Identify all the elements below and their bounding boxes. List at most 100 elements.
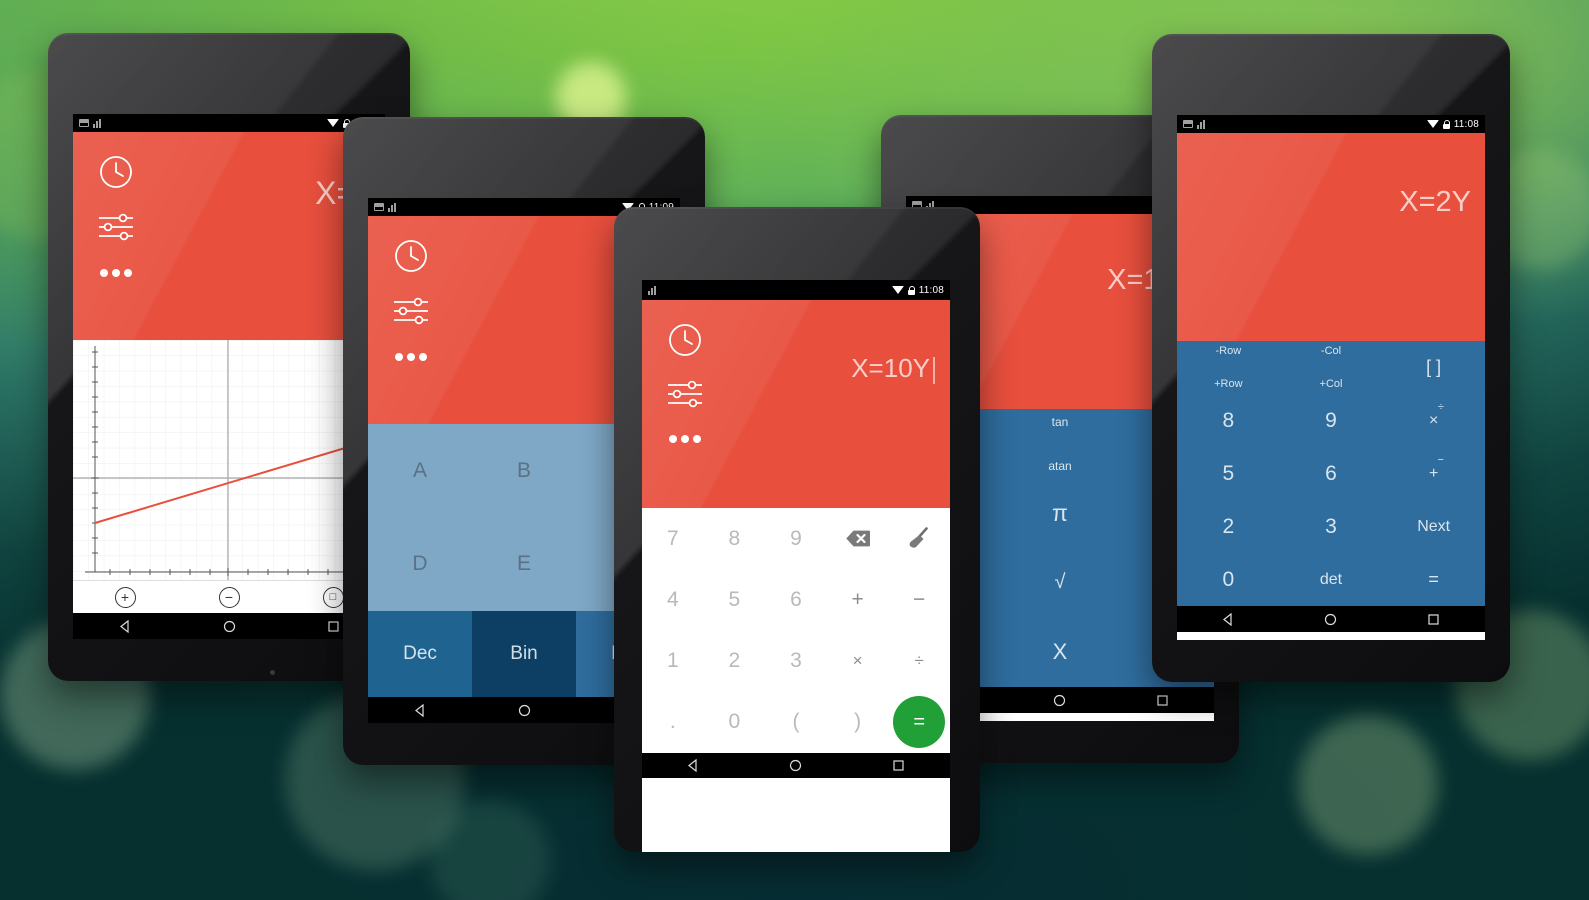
key-4[interactable]: 4 <box>642 569 704 630</box>
bokeh-light <box>1298 715 1438 855</box>
back-triangle-icon[interactable] <box>119 619 132 633</box>
key-0[interactable]: 0 <box>1177 553 1280 606</box>
key-sqrt[interactable]: √ <box>1009 548 1112 618</box>
key-minus[interactable]: − <box>888 569 950 630</box>
graph-controls[interactable]: + − □ <box>73 580 385 613</box>
display-icon-rail <box>642 300 704 444</box>
clear-all-broom-icon[interactable] <box>888 508 950 569</box>
graph-canvas[interactable]: + − □ <box>73 340 385 613</box>
clock-icon[interactable] <box>392 238 430 274</box>
key-1[interactable]: 1 <box>642 631 704 692</box>
key-next[interactable]: Next <box>1382 500 1485 553</box>
expression-display[interactable]: X=10Y <box>642 300 950 508</box>
key-2[interactable]: 2 <box>1177 500 1280 553</box>
key-E[interactable]: E <box>472 518 576 612</box>
key-8[interactable]: 8 <box>704 508 766 569</box>
key-decimal[interactable]: . <box>642 692 704 753</box>
home-circle-icon[interactable] <box>1324 613 1337 626</box>
key-B[interactable]: B <box>472 424 576 518</box>
matrix-keypad-tablet[interactable]: 11:08 X=2Y -Row +Row -Col +Col [ ] 8 9 ×… <box>1152 34 1510 682</box>
sliders-icon[interactable] <box>392 296 430 326</box>
status-left-icons <box>648 285 658 295</box>
zoom-in-button[interactable]: + <box>114 586 136 608</box>
status-bar: 11:08 <box>1177 115 1485 133</box>
clock-icon[interactable] <box>666 322 704 358</box>
expression-display[interactable]: X=2Y <box>1177 133 1485 341</box>
overflow-menu-icon[interactable] <box>666 434 704 444</box>
key-3[interactable]: 3 <box>1280 500 1383 553</box>
key-col-adjust[interactable]: -Col +Col <box>1280 341 1383 394</box>
key-2[interactable]: 2 <box>704 631 766 692</box>
wifi-icon <box>1426 120 1439 128</box>
recents-square-icon[interactable] <box>892 759 905 772</box>
key-paren-open[interactable]: ( <box>765 692 827 753</box>
overflow-menu-icon[interactable] <box>392 352 430 362</box>
key-label-bottom: +Col <box>1319 377 1343 390</box>
recents-square-icon[interactable] <box>1427 613 1440 626</box>
main-keypad-tablet[interactable]: 11:08 X=10Y 7 8 9 4 5 6 + − 1 2 3 × ÷ . … <box>614 207 980 852</box>
back-triangle-icon[interactable] <box>1222 612 1235 626</box>
sliders-icon[interactable] <box>97 212 135 242</box>
key-8[interactable]: 8 <box>1177 394 1280 447</box>
wifi-icon <box>891 286 904 294</box>
key-3[interactable]: 3 <box>765 631 827 692</box>
tablet-screen: 11:08 <box>642 280 950 852</box>
matrix-keypad[interactable]: -Row +Row -Col +Col [ ] 8 9 × ÷ 5 6 + − … <box>1177 341 1485 606</box>
home-circle-icon[interactable] <box>518 704 531 717</box>
key-variable-x[interactable]: X <box>1009 618 1112 688</box>
home-circle-icon[interactable] <box>1053 694 1066 707</box>
key-D[interactable]: D <box>368 518 472 612</box>
android-navigation-bar[interactable] <box>1177 606 1485 632</box>
home-circle-icon[interactable] <box>789 759 802 772</box>
back-triangle-icon[interactable] <box>687 759 700 772</box>
android-navigation-bar[interactable] <box>642 753 950 778</box>
equals-button-cell[interactable]: = <box>888 692 950 753</box>
key-equals[interactable]: = <box>1382 553 1485 606</box>
key-plus-minus[interactable]: + − <box>1382 447 1485 500</box>
numeric-keypad[interactable]: 7 8 9 4 5 6 + − 1 2 3 × ÷ . 0 () = <box>642 508 950 753</box>
key-plus[interactable]: + <box>827 569 889 630</box>
key-9[interactable]: 9 <box>765 508 827 569</box>
key-A[interactable]: A <box>368 424 472 518</box>
key-tan-atan[interactable]: tan atan <box>1009 409 1112 479</box>
key-paren-close[interactable]: ) <box>827 692 889 753</box>
key-5[interactable]: 5 <box>704 569 766 630</box>
recents-square-icon[interactable] <box>327 620 340 633</box>
key-divide[interactable]: ÷ <box>888 631 950 692</box>
recents-square-icon[interactable] <box>1156 694 1169 707</box>
sliders-icon[interactable] <box>666 379 704 409</box>
key-brackets[interactable]: [ ] <box>1382 341 1485 394</box>
key-multiply-divide[interactable]: × ÷ <box>1382 394 1485 447</box>
expression-display[interactable]: X=1 <box>73 132 385 340</box>
key-0[interactable]: 0 <box>704 692 766 753</box>
home-circle-icon[interactable] <box>223 620 236 633</box>
key-determinant[interactable]: det <box>1280 553 1383 606</box>
key-label-bottom: atan <box>1048 458 1072 473</box>
key-9[interactable]: 9 <box>1280 394 1383 447</box>
key-label-top: tan <box>1051 414 1069 429</box>
zoom-out-button[interactable]: − <box>218 586 240 608</box>
clock-icon[interactable] <box>97 154 135 190</box>
backspace-icon[interactable] <box>827 508 889 569</box>
key-combined-label: + − <box>1428 454 1444 483</box>
key-7[interactable]: 7 <box>642 508 704 569</box>
key-row-adjust[interactable]: -Row +Row <box>1177 341 1280 394</box>
key-label-main: + <box>1428 464 1439 482</box>
key-5[interactable]: 5 <box>1177 447 1280 500</box>
equals-button[interactable]: = <box>893 696 946 749</box>
overflow-menu-icon[interactable] <box>97 268 135 278</box>
fit-screen-button[interactable]: □ <box>322 586 344 608</box>
sd-card-icon <box>79 119 89 127</box>
signal-bars-icon <box>93 118 103 128</box>
tablet-screen: 11:08 X=2Y -Row +Row -Col +Col [ ] 8 9 ×… <box>1177 115 1485 640</box>
key-label-sup: − <box>1437 453 1444 466</box>
back-triangle-icon[interactable] <box>414 703 427 717</box>
key-6[interactable]: 6 <box>1280 447 1383 500</box>
key-pi[interactable]: π <box>1009 479 1112 549</box>
base-tab-bin[interactable]: Bin <box>472 611 576 697</box>
base-tab-dec[interactable]: Dec <box>368 611 472 697</box>
key-multiply[interactable]: × <box>827 631 889 692</box>
key-6[interactable]: 6 <box>765 569 827 630</box>
android-navigation-bar[interactable] <box>73 613 385 639</box>
lock-icon <box>907 285 916 295</box>
